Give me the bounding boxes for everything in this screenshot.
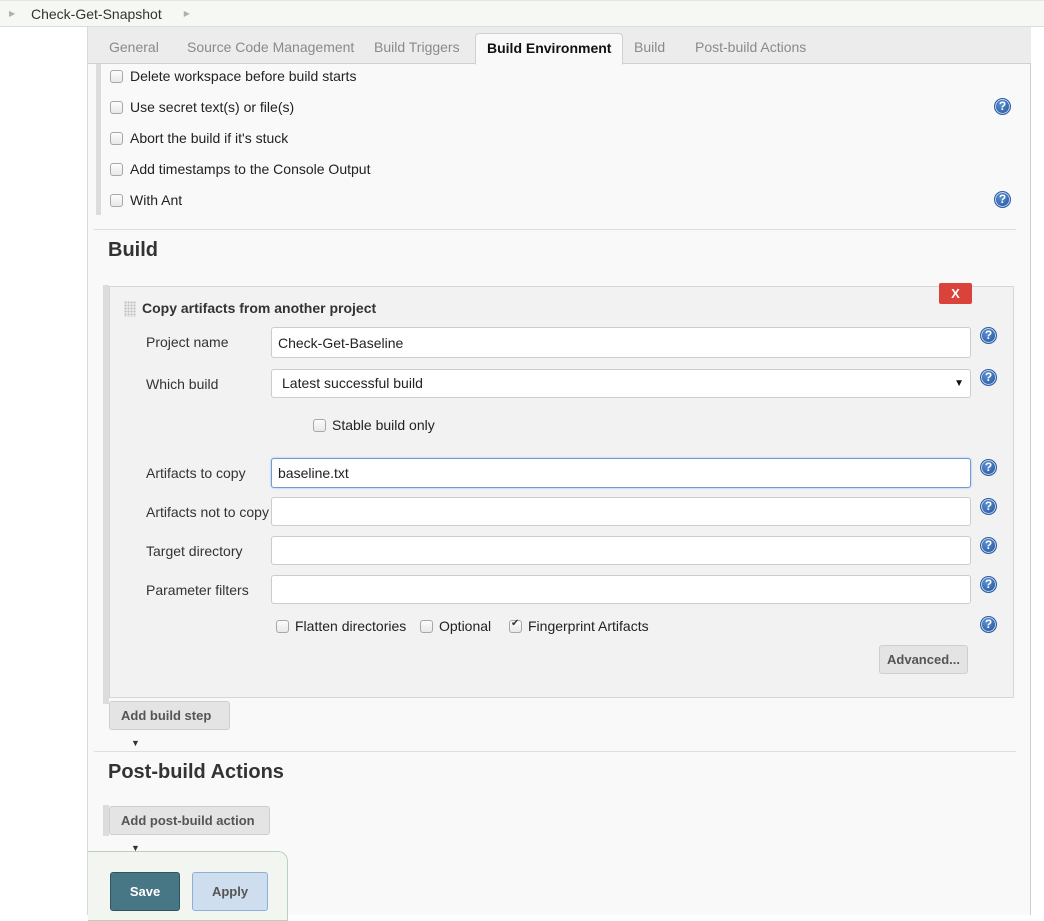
target-directory-label: Target directory — [146, 543, 243, 559]
tab-build-triggers[interactable]: Build Triggers — [363, 33, 471, 64]
add-post-build-action-label: Add post-build action — [121, 813, 255, 828]
artifacts-not-to-copy-label: Artifacts not to copy — [146, 504, 269, 520]
tab-general[interactable]: General — [98, 33, 170, 64]
use-secret-checkbox[interactable] — [110, 100, 123, 114]
optional-label: Optional — [439, 618, 492, 634]
artifacts-to-copy-label: Artifacts to copy — [146, 465, 246, 481]
fingerprint-artifacts-label: Fingerprint Artifacts — [528, 618, 649, 634]
target-directory-input[interactable] — [271, 536, 971, 565]
build-section-title: Build — [108, 239, 158, 261]
flatten-directories-option[interactable]: Flatten directories — [276, 618, 406, 634]
drag-handle-icon[interactable] — [124, 301, 136, 317]
tab-source-code-management[interactable]: Source Code Management — [176, 33, 365, 64]
option-with-ant[interactable]: With Ant — [110, 190, 182, 210]
dropdown-arrow-icon: ▼ — [954, 378, 964, 389]
flatten-directories-checkbox[interactable] — [276, 619, 289, 633]
which-build-selected: Latest successful build — [282, 375, 423, 391]
section-divider — [94, 751, 1016, 752]
add-build-step-button[interactable]: Add build step ▼ — [109, 701, 230, 748]
option-label: Use secret text(s) or file(s) — [130, 99, 295, 115]
flatten-directories-label: Flatten directories — [295, 618, 407, 634]
add-build-step-label: Add build step — [121, 708, 212, 723]
post-build-section-title: Post-build Actions — [108, 761, 284, 783]
optional-checkbox[interactable] — [420, 619, 433, 633]
help-icon[interactable]: ? — [980, 498, 997, 515]
option-label: Abort the build if it's stuck — [130, 130, 289, 146]
option-abort-stuck[interactable]: Abort the build if it's stuck — [110, 128, 288, 148]
help-icon[interactable]: ? — [980, 459, 997, 476]
help-icon[interactable]: ? — [980, 327, 997, 344]
artifacts-not-to-copy-input[interactable] — [271, 497, 971, 526]
help-icon[interactable]: ? — [980, 537, 997, 554]
optional-option[interactable]: Optional — [420, 618, 491, 634]
stable-build-only-checkbox[interactable] — [313, 418, 326, 432]
fingerprint-artifacts-checkbox[interactable] — [509, 618, 522, 633]
stable-build-only-option[interactable]: Stable build only — [313, 417, 435, 433]
project-name-label: Project name — [146, 334, 229, 350]
abort-stuck-checkbox[interactable] — [110, 131, 123, 145]
parameter-filters-input[interactable] — [271, 575, 971, 604]
delete-step-button[interactable]: X — [939, 283, 972, 304]
save-panel: Save Apply — [88, 851, 288, 921]
project-name-input[interactable] — [271, 327, 971, 358]
add-timestamps-checkbox[interactable] — [110, 162, 123, 176]
option-label: Add timestamps to the Console Output — [130, 161, 371, 177]
advanced-button[interactable]: Advanced... — [879, 645, 968, 674]
tab-post-build-actions[interactable]: Post-build Actions — [684, 33, 817, 64]
help-icon[interactable]: ? — [994, 98, 1011, 115]
help-icon[interactable]: ? — [994, 191, 1011, 208]
which-build-select[interactable]: Latest successful build ▼ — [271, 369, 971, 398]
artifacts-to-copy-input[interactable] — [271, 458, 971, 488]
breadcrumb-arrow-icon: ▶ — [9, 9, 16, 18]
parameter-filters-label: Parameter filters — [146, 582, 249, 598]
section-indent-bar — [96, 64, 101, 215]
option-label: Delete workspace before build starts — [130, 68, 357, 84]
save-button[interactable]: Save — [110, 872, 180, 911]
help-icon[interactable]: ? — [980, 369, 997, 386]
config-form: General Source Code Management Build Tri… — [87, 27, 1031, 921]
caret-down-icon: ▼ — [131, 738, 140, 748]
option-use-secret[interactable]: Use secret text(s) or file(s) — [110, 97, 294, 117]
delete-workspace-checkbox[interactable] — [110, 69, 123, 83]
option-delete-workspace[interactable]: Delete workspace before build starts — [110, 66, 356, 86]
section-divider — [94, 229, 1016, 230]
help-icon[interactable]: ? — [980, 576, 997, 593]
breadcrumb: ▶ Check-Get-Snapshot ▶ — [0, 0, 1044, 27]
add-post-build-action-button[interactable]: Add post-build action▼ — [109, 806, 270, 853]
with-ant-checkbox[interactable] — [110, 193, 123, 207]
which-build-label: Which build — [146, 376, 219, 392]
tab-bar: General Source Code Management Build Tri… — [88, 27, 1031, 65]
option-add-timestamps[interactable]: Add timestamps to the Console Output — [110, 159, 370, 179]
help-icon[interactable]: ? — [980, 616, 997, 633]
build-step-title: Copy artifacts from another project — [142, 300, 377, 316]
apply-button[interactable]: Apply — [192, 872, 268, 911]
option-label: With Ant — [130, 192, 183, 208]
build-step-copy-artifacts: Copy artifacts from another project X Pr… — [109, 283, 1014, 698]
stable-build-only-label: Stable build only — [332, 417, 435, 433]
fingerprint-artifacts-option[interactable]: Fingerprint Artifacts — [509, 618, 649, 634]
breadcrumb-arrow-icon[interactable]: ▶ — [184, 9, 194, 18]
tab-build[interactable]: Build — [623, 33, 676, 64]
tab-build-environment[interactable]: Build Environment — [475, 33, 624, 65]
breadcrumb-item-project[interactable]: Check-Get-Snapshot — [31, 6, 162, 22]
